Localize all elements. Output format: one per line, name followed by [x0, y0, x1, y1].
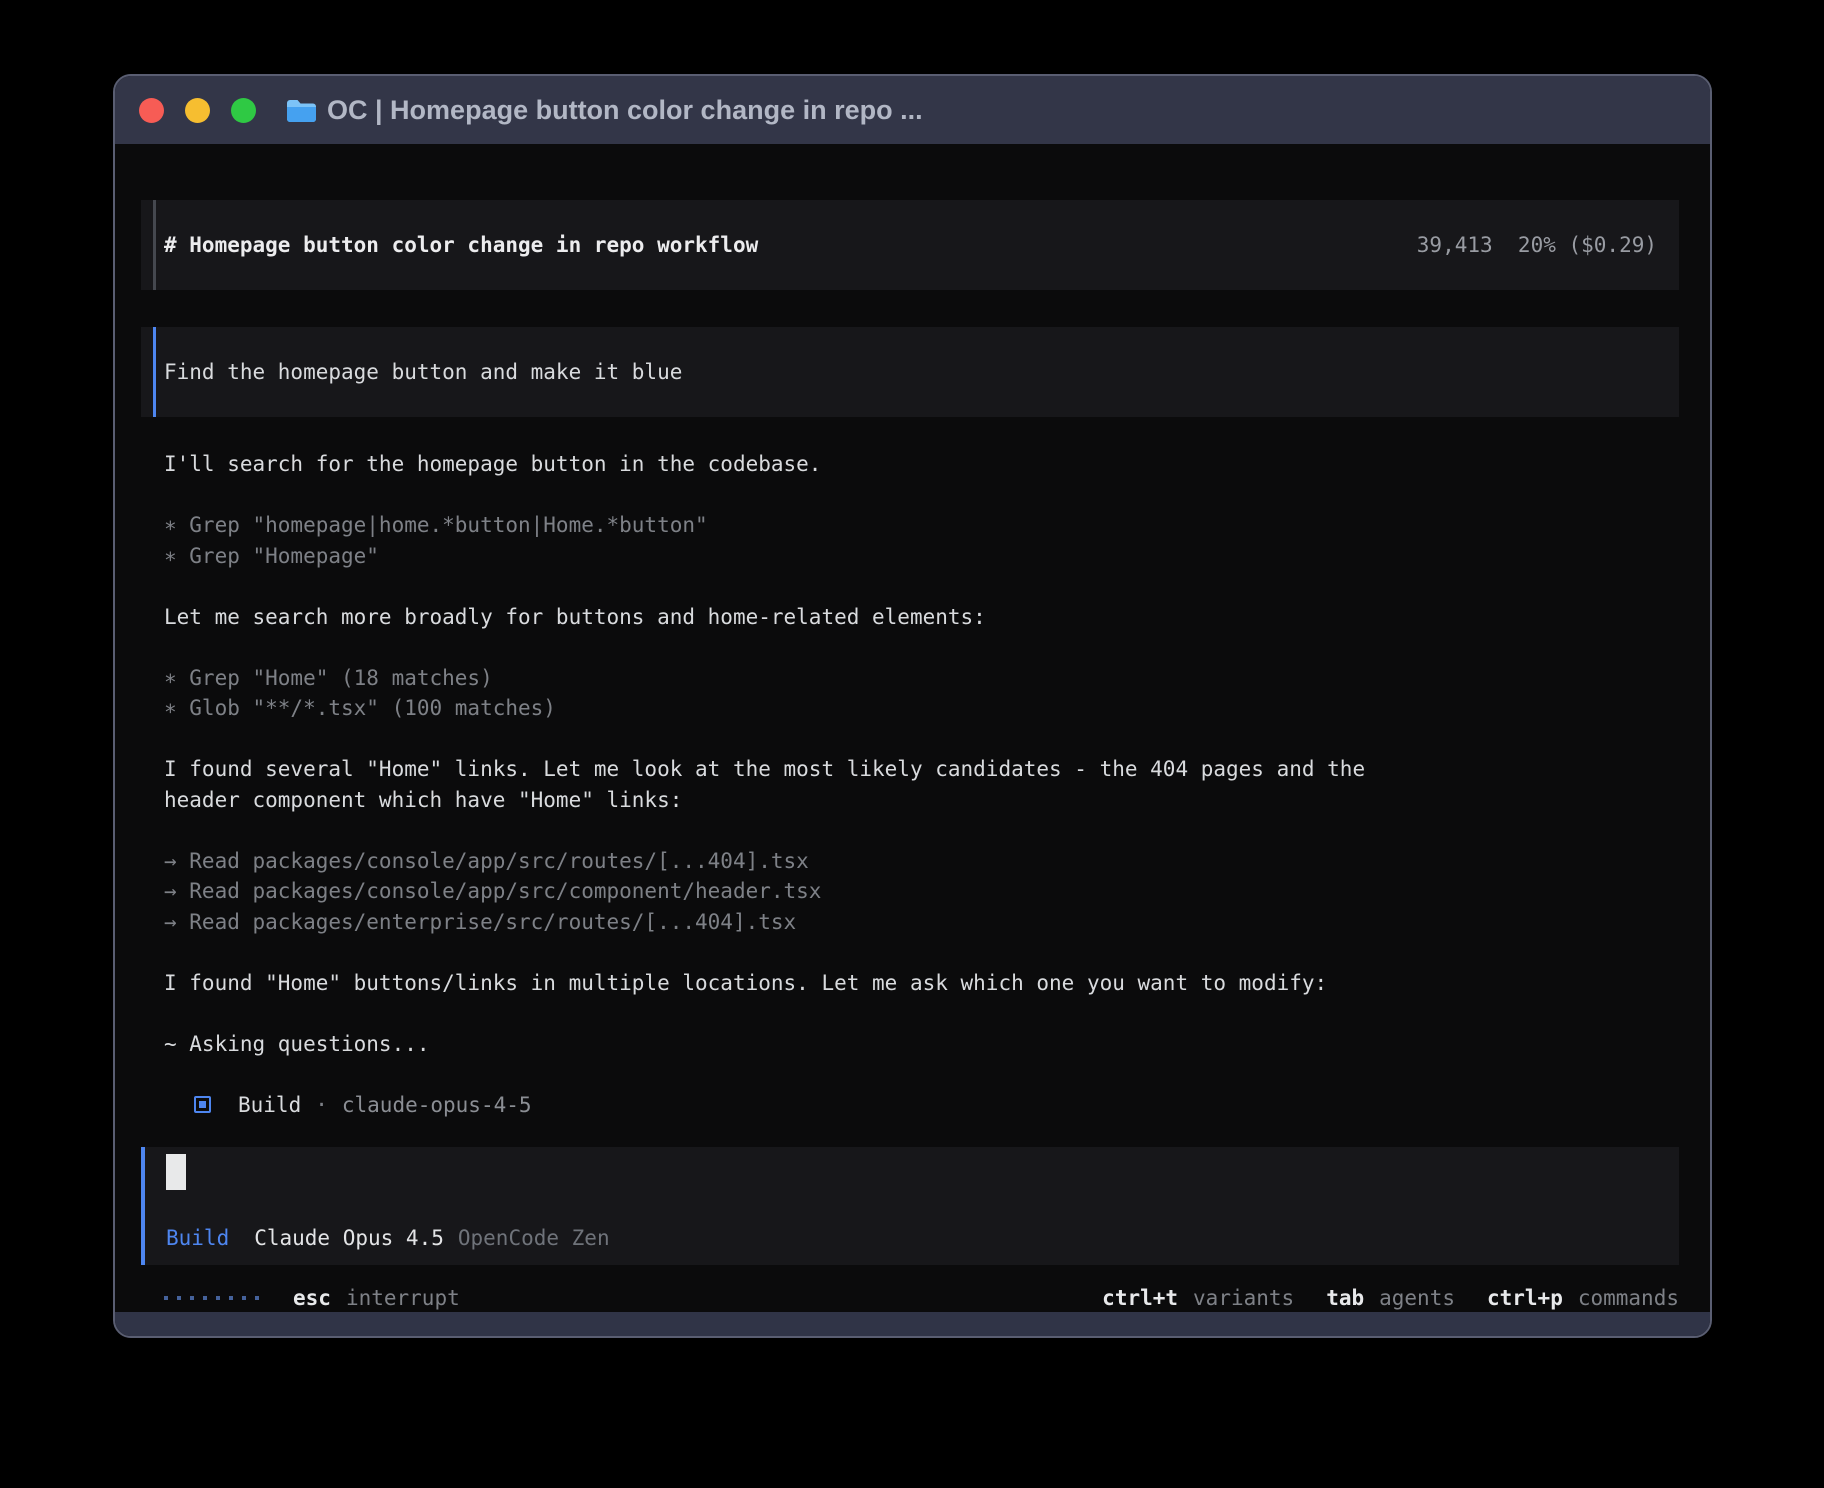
- user-message-accent-bar: [153, 327, 156, 417]
- agent-model: claude-opus-4-5: [342, 1093, 532, 1117]
- window-bottom-edge: [115, 1312, 1710, 1336]
- shortcut-key: ctrl+p: [1487, 1286, 1563, 1310]
- input-mode-label[interactable]: Build: [166, 1223, 229, 1253]
- transcript-line: ~ Asking questions...: [164, 1029, 1679, 1060]
- spinner-dot: [203, 1296, 207, 1300]
- assistant-text: I'll search for the homepage button in t…: [164, 449, 1679, 480]
- tool-call-lines: ∗ Grep "Home" (18 matches)∗ Glob "**/*.t…: [164, 663, 1679, 724]
- tool-call-lines: → Read packages/console/app/src/routes/[…: [164, 846, 1679, 938]
- minimize-window-button[interactable]: [185, 98, 210, 123]
- spinner-dot: [242, 1296, 246, 1300]
- agent-status-line: Build · claude-opus-4-5: [194, 1090, 1679, 1121]
- shortcut-hint: tab agents: [1326, 1286, 1455, 1310]
- close-window-button[interactable]: [139, 98, 164, 123]
- window-title: OC | Homepage button color change in rep…: [327, 95, 923, 126]
- terminal-window: OC | Homepage button color change in rep…: [113, 74, 1712, 1338]
- tool-call-lines: ∗ Grep "homepage|home.*button|Home.*butt…: [164, 510, 1679, 571]
- transcript-line: ∗ Grep "homepage|home.*button|Home.*butt…: [164, 510, 1679, 541]
- transcript-line: → Read packages/console/app/src/routes/[…: [164, 846, 1679, 877]
- shortcut-label: commands: [1578, 1286, 1679, 1310]
- text-cursor: [166, 1154, 186, 1190]
- status-bar-left: esc interrupt: [141, 1286, 460, 1310]
- spinner-dot: [164, 1296, 168, 1300]
- zoom-window-button[interactable]: [231, 98, 256, 123]
- spinner-dot: [255, 1296, 259, 1300]
- shortcut-label: agents: [1379, 1286, 1455, 1310]
- transcript-line: ∗ Glob "**/*.tsx" (100 matches): [164, 693, 1679, 724]
- transcript-line: header component which have "Home" links…: [164, 785, 1679, 816]
- agent-name: Build: [238, 1093, 301, 1117]
- user-message: Find the homepage button and make it blu…: [141, 327, 1679, 417]
- shortcut-label: variants: [1193, 1286, 1294, 1310]
- assistant-transcript: I'll search for the homepage button in t…: [164, 449, 1679, 1059]
- transcript-line: I'll search for the homepage button in t…: [164, 449, 1679, 480]
- transcript-line: I found several "Home" links. Let me loo…: [164, 754, 1679, 785]
- assistant-text: I found several "Home" links. Let me loo…: [164, 754, 1679, 815]
- spinner-dot: [190, 1296, 194, 1300]
- user-message-text: Find the homepage button and make it blu…: [164, 360, 682, 384]
- input-meta-row: Build Claude Opus 4.5 OpenCode Zen: [166, 1223, 1659, 1253]
- header-accent-bar: [153, 200, 156, 290]
- spinner-dot: [229, 1296, 233, 1300]
- assistant-text: I found "Home" buttons/links in multiple…: [164, 968, 1679, 999]
- transcript-line: ∗ Grep "Home" (18 matches): [164, 663, 1679, 694]
- spinner-dot: [177, 1296, 181, 1300]
- terminal-content: # Homepage button color change in repo w…: [115, 144, 1710, 1312]
- spinner-dot: [216, 1296, 220, 1300]
- transcript-line: → Read packages/console/app/src/componen…: [164, 876, 1679, 907]
- shortcut-hint: ctrl+t variants: [1102, 1286, 1294, 1310]
- input-model-label[interactable]: Claude Opus 4.5: [254, 1223, 444, 1253]
- session-title: # Homepage button color change in repo w…: [164, 233, 758, 257]
- traffic-lights: [139, 98, 256, 123]
- shortcut-hint: ctrl+p commands: [1487, 1286, 1679, 1310]
- session-token-stats: 39,413 20% ($0.29): [1417, 233, 1657, 257]
- window-titlebar[interactable]: OC | Homepage button color change in rep…: [115, 76, 1710, 144]
- transcript-line: → Read packages/enterprise/src/routes/[.…: [164, 907, 1679, 938]
- agent-build-icon-dot: [199, 1101, 206, 1108]
- status-bar: esc interrupt ctrl+tvariantstabagentsctr…: [141, 1282, 1679, 1312]
- shortcut-key: ctrl+t: [1102, 1286, 1178, 1310]
- folder-icon: [286, 98, 317, 123]
- status-bar-shortcuts: ctrl+t variants tab agents ctrl+p commands: [1102, 1286, 1679, 1310]
- shortcut-key: tab: [1326, 1286, 1364, 1310]
- progress-dots-spinner: [164, 1296, 259, 1300]
- transcript-line: Let me search more broadly for buttons a…: [164, 602, 1679, 633]
- esc-action-label: interrupt: [346, 1286, 460, 1310]
- prompt-input[interactable]: Build Claude Opus 4.5 OpenCode Zen: [141, 1147, 1679, 1265]
- input-provider-label: OpenCode Zen: [458, 1223, 610, 1253]
- agent-build-icon: [194, 1096, 211, 1113]
- session-header: # Homepage button color change in repo w…: [141, 200, 1679, 290]
- transcript-line: ∗ Grep "Homepage": [164, 541, 1679, 572]
- agent-separator: ·: [315, 1093, 328, 1117]
- assistant-text: Let me search more broadly for buttons a…: [164, 602, 1679, 633]
- assistant-text: ~ Asking questions...: [164, 1029, 1679, 1060]
- esc-key-hint: esc: [293, 1286, 331, 1310]
- transcript-line: I found "Home" buttons/links in multiple…: [164, 968, 1679, 999]
